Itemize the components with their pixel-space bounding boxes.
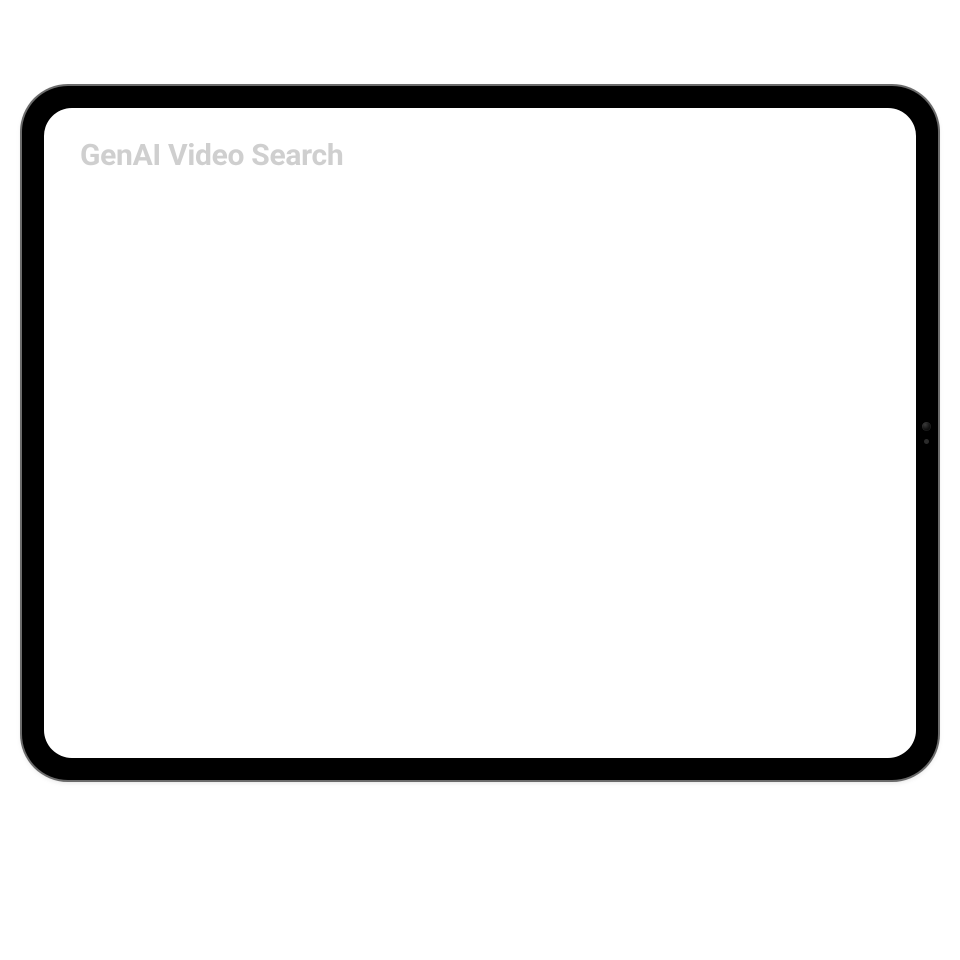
page-title: GenAI Video Search [80,138,880,173]
tablet-device-frame: GenAI Video Search [22,86,938,780]
tablet-camera-cluster [920,412,932,454]
camera-lens-icon [922,422,931,431]
tablet-screen: GenAI Video Search [44,108,916,758]
camera-sensor-icon [924,439,929,444]
